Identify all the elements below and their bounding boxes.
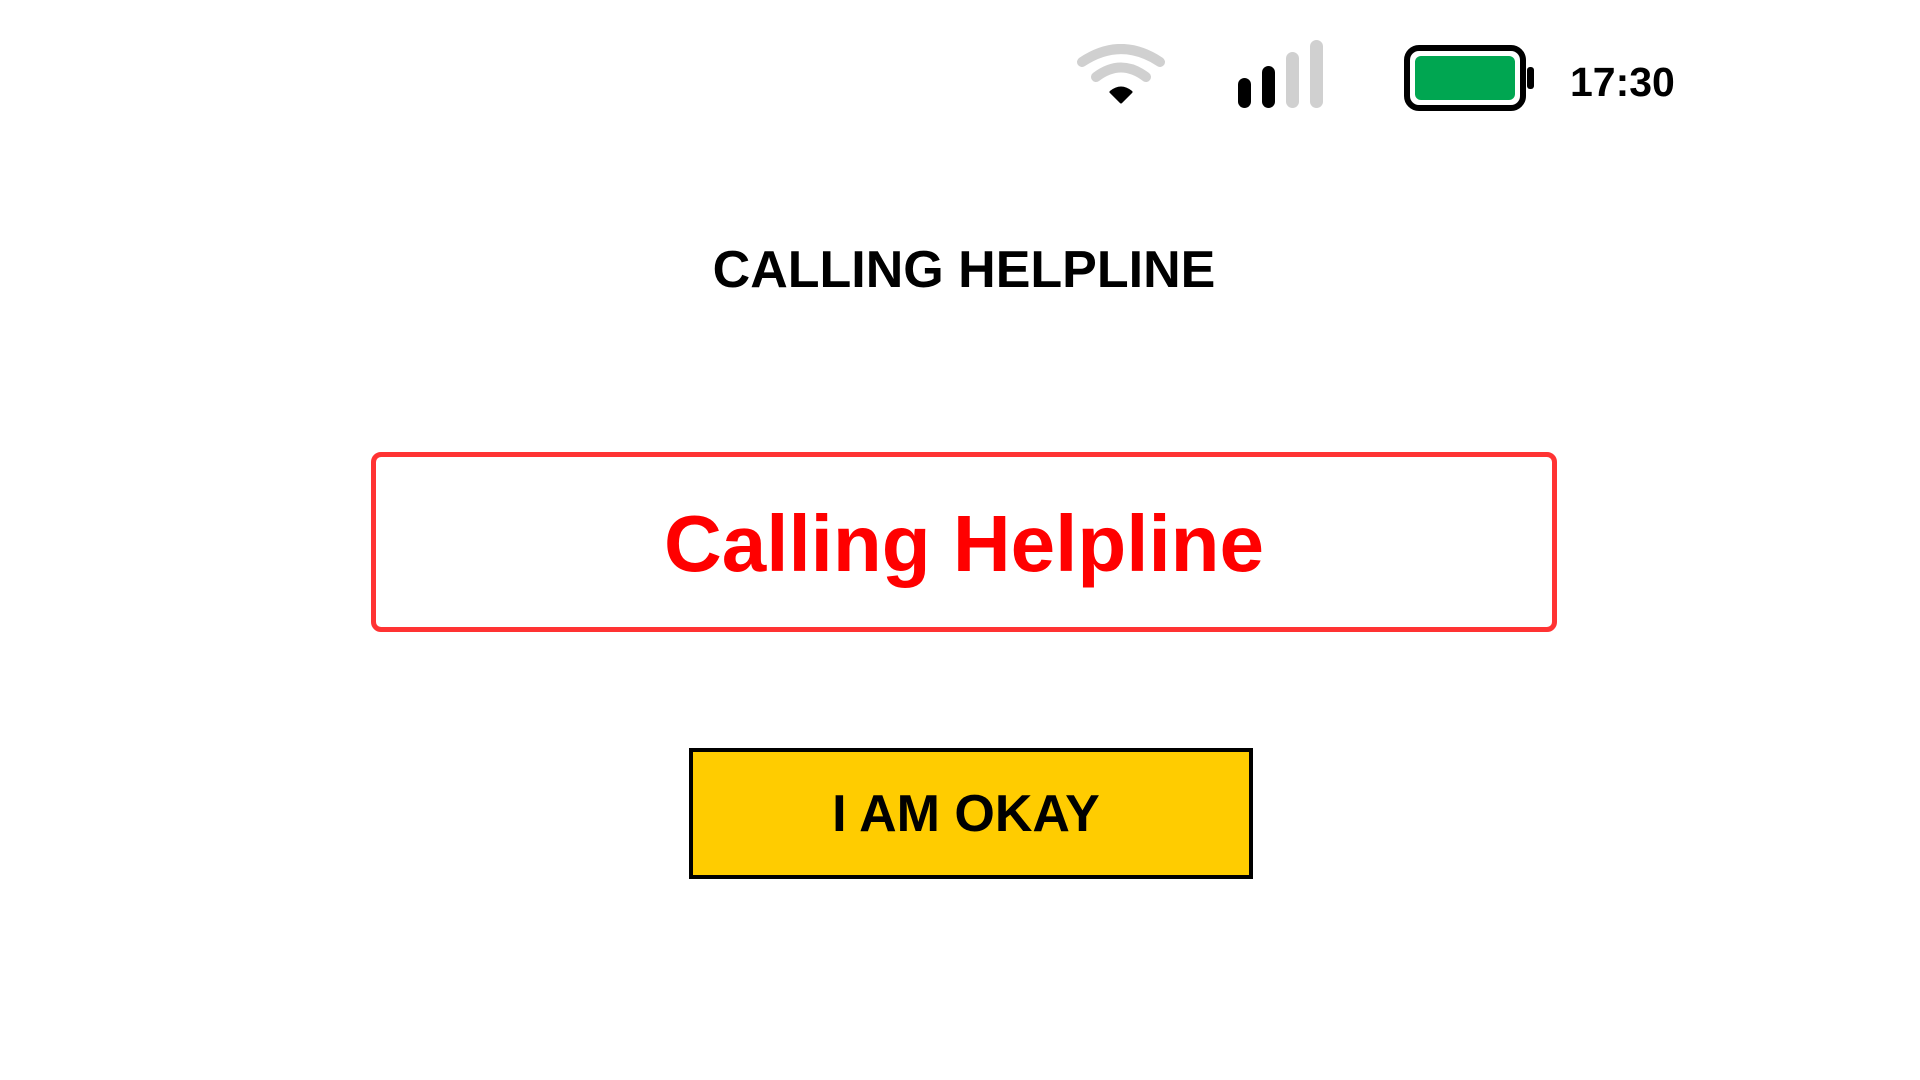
signal-bar-2 — [1262, 66, 1275, 108]
i-am-okay-label: I AM OKAY — [832, 784, 1100, 843]
status-bar: 17:30 — [0, 0, 1920, 160]
i-am-okay-button[interactable]: I AM OKAY — [689, 748, 1253, 879]
battery-icon — [1404, 45, 1534, 111]
calling-status-text: Calling Helpline — [663, 499, 1265, 588]
signal-bar-4 — [1310, 40, 1323, 108]
cellular-signal-icon — [1238, 40, 1323, 108]
battery-fill — [1415, 56, 1515, 100]
status-bar-time: 17:30 — [1570, 59, 1675, 105]
wifi-icon — [1077, 44, 1165, 104]
calling-status-card: Calling Helpline — [371, 452, 1557, 632]
signal-bar-3 — [1286, 52, 1299, 108]
signal-bar-1 — [1238, 78, 1251, 108]
page-title: CALLING HELPLINE — [712, 241, 1216, 299]
